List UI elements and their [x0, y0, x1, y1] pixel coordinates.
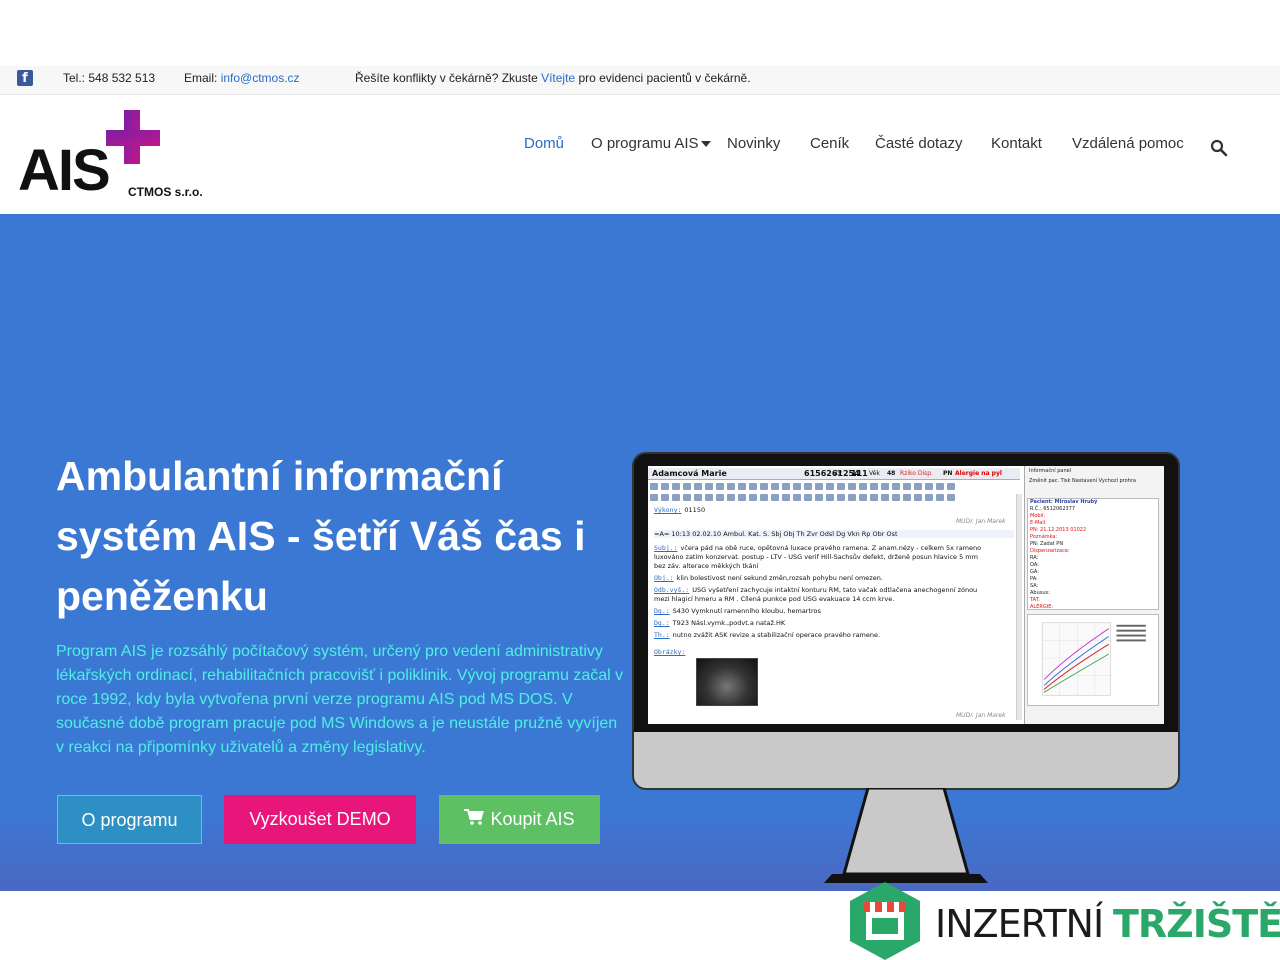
site-header: AIS CTMOS s.r.o. Domů O programu AIS Nov…: [0, 95, 1280, 214]
hero-section: Ambulantní informační systém AIS - šetří…: [0, 214, 1280, 891]
record-line: bez záv. alterace měkkých tkání: [654, 562, 759, 570]
record-line: Odb.vyš.: USG vyšetření zachycuje intaktn…: [654, 586, 978, 594]
badge-word-1: INZERTNÍ: [935, 902, 1104, 946]
nav-about-ais[interactable]: O programu AIS: [591, 135, 711, 152]
pn-flag: PN: [943, 470, 953, 477]
visit-line: =A= 10:13 02.02.10 Ambul. Kat. S. Sbj Ob…: [654, 530, 1014, 538]
insurance-code: 111: [851, 469, 868, 478]
ultrasound-image: [696, 658, 758, 706]
nav-pricing[interactable]: Ceník: [810, 135, 849, 152]
record-line: Subj.: včera pád na obě ruce, opětovná lu…: [654, 544, 982, 552]
nav-contact[interactable]: Kontakt: [991, 135, 1042, 152]
logo-company: CTMOS s.r.o.: [128, 185, 203, 199]
procedures-line: Výkony: 01150: [654, 506, 706, 514]
shop-icon: [850, 882, 920, 960]
about-button[interactable]: O programu: [57, 795, 202, 844]
record-line: luxováno zatím konzervat. postup - LTV -…: [654, 553, 978, 561]
promo-text: Řešíte konflikty v čekárně? Zkuste Vítej…: [355, 71, 751, 85]
record-line: Obrázky:: [654, 648, 686, 656]
search-icon[interactable]: [1210, 139, 1228, 157]
email-link[interactable]: info@ctmos.cz: [221, 71, 300, 85]
hero-title: Ambulantní informační systém AIS - šetří…: [56, 453, 586, 619]
scrollbar: [1016, 494, 1022, 720]
nav-home[interactable]: Domů: [524, 135, 564, 152]
info-panel-list: Pacient: Miroslav Hrubý R.Č.: 6512062377…: [1027, 498, 1159, 610]
phone-number: Tel.: 548 532 513: [63, 71, 156, 85]
patient-name: Adamcová Marie: [652, 469, 727, 478]
monitor-stand: [824, 788, 988, 883]
monitor-chin: [634, 732, 1178, 788]
app-screenshot: Adamcová Marie 6156261254 ZP 111 Věk 48 …: [648, 466, 1164, 724]
growth-chart: [1027, 614, 1159, 706]
buy-button[interactable]: Koupit AIS: [439, 795, 600, 844]
info-panel-title: Informační panel: [1029, 468, 1072, 474]
patient-header: Adamcová Marie 6156261254 ZP 111 Věk 48 …: [648, 468, 1020, 480]
format-toolbar: [650, 494, 1018, 503]
age-label: Věk: [869, 470, 880, 477]
record-window: Adamcová Marie 6156261254 ZP 111 Věk 48 …: [648, 466, 1022, 724]
nav-news[interactable]: Novinky: [727, 135, 780, 152]
inzertni-trziste-badge[interactable]: INZERTNÍ TRŽIŠTĚ: [850, 880, 1280, 960]
facebook-icon[interactable]: f: [17, 70, 33, 86]
record-line: Obj.: klin bolestivost není sekund změn,r…: [654, 574, 883, 582]
info-panel-menu: Změnit pac. Tisk Nastavení Vychozí prohr…: [1029, 478, 1136, 484]
doctor-signature: MUDr. Jan Marek: [956, 518, 1006, 525]
record-line: Dg.: S430 Vymknutí ramenního kloubu, hema…: [654, 607, 821, 615]
main-navigation: Domů O programu AIS Novinky Ceník Časté …: [0, 135, 1280, 159]
monitor-illustration: Adamcová Marie 6156261254 ZP 111 Věk 48 …: [632, 452, 1180, 884]
info-panel-window: Informační panel Změnit pac. Tisk Nastav…: [1024, 466, 1164, 724]
badge-word-2: TRŽIŠTĚ: [1113, 902, 1280, 946]
cart-icon: [464, 809, 485, 825]
insurance-label: ZP: [834, 470, 842, 477]
doctor-signature: MUDr. Jan Marek: [956, 712, 1006, 719]
nav-faq[interactable]: Časté dotazy: [875, 135, 963, 152]
record-line: mezi hlagicí hmeru a RM . Cílená punkce …: [654, 595, 895, 603]
allergy-alert: Alergie na pyl: [955, 470, 1002, 477]
nav-remote-help[interactable]: Vzdálená pomoc: [1072, 135, 1184, 152]
demo-button[interactable]: Vyzkoušet DEMO: [224, 795, 416, 844]
top-info-bar: f Tel.: 548 532 513 Email: info@ctmos.cz…: [0, 66, 1280, 95]
record-line: Dg.: T923 Násl.vymk.,podvt.a nataž.HK: [654, 619, 786, 627]
email-contact: Email: info@ctmos.cz: [184, 71, 300, 85]
chevron-down-icon: [700, 141, 711, 148]
record-line: Th.: nutno zvážit ASK revize a stabilizač…: [654, 631, 881, 639]
hero-description: Program AIS je rozsáhlý počítačový systé…: [56, 643, 624, 756]
promo-link[interactable]: Vítejte: [541, 71, 575, 85]
age-value: 48: [887, 470, 896, 477]
risk-flags: Rziko Disp.: [900, 470, 933, 477]
app-toolbar: [650, 483, 1018, 492]
